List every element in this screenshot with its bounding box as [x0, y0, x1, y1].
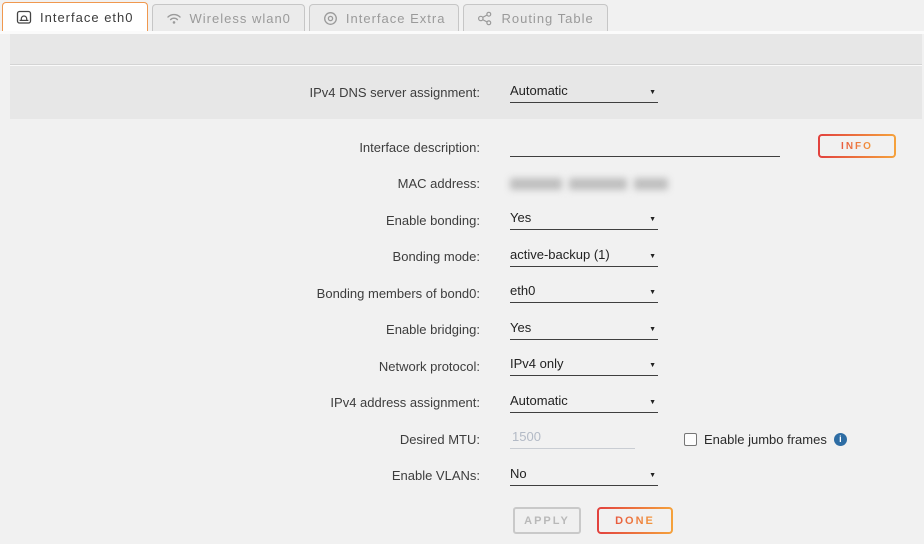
- enable-vlans-label: Enable VLANs:: [0, 468, 480, 483]
- settings-panel: IPv4 DNS server assignment: Automatic ▼: [10, 34, 922, 119]
- tab-wireless-wlan0[interactable]: Wireless wlan0: [152, 4, 305, 31]
- tab-label: Wireless wlan0: [190, 11, 291, 26]
- chevron-down-icon: ▼: [649, 288, 658, 298]
- interface-description-label: Interface description:: [0, 140, 480, 155]
- bonding-members-row: Bonding members of bond0: eth0 ▼: [0, 275, 924, 312]
- dns-assignment-row: IPv4 DNS server assignment: Automatic ▼: [10, 66, 922, 119]
- chevron-down-icon: ▼: [649, 361, 658, 371]
- done-button[interactable]: DONE: [597, 507, 673, 534]
- select-value: No: [510, 466, 527, 481]
- tab-label: Routing Table: [501, 11, 593, 26]
- ipv4-assignment-row: IPv4 address assignment: Automatic ▼: [0, 385, 924, 422]
- interface-description-input[interactable]: [510, 137, 780, 157]
- enable-bonding-row: Enable bonding: Yes ▼: [0, 202, 924, 239]
- wifi-icon: [166, 11, 182, 25]
- tab-routing-table[interactable]: Routing Table: [463, 4, 607, 31]
- tab-interface-eth0[interactable]: Interface eth0: [2, 2, 148, 31]
- jumbo-frames-label: Enable jumbo frames: [704, 432, 827, 447]
- enable-bridging-select[interactable]: Yes ▼: [510, 320, 658, 340]
- select-value: active-backup (1): [510, 247, 610, 262]
- desired-mtu-row: Desired MTU: Enable jumbo frames i: [0, 421, 924, 458]
- desired-mtu-label: Desired MTU:: [0, 432, 480, 447]
- dns-assignment-select[interactable]: Automatic ▼: [510, 83, 658, 103]
- select-value: Automatic: [510, 393, 568, 408]
- action-buttons: APPLY DONE: [0, 507, 924, 534]
- info-button-label: INFO: [841, 141, 873, 152]
- bonding-mode-select[interactable]: active-backup (1) ▼: [510, 247, 658, 267]
- select-value: IPv4 only: [510, 356, 563, 371]
- chevron-down-icon: ▼: [649, 471, 658, 481]
- interface-description-row: Interface description: INFO: [0, 129, 924, 166]
- select-value: Automatic: [510, 83, 568, 98]
- tab-label: Interface eth0: [40, 10, 134, 25]
- tab-bar: Interface eth0 Wireless wlan0 Interface …: [0, 0, 924, 31]
- jumbo-frames-checkbox[interactable]: [684, 433, 697, 446]
- panel-spacer: [10, 34, 922, 64]
- enable-vlans-row: Enable VLANs: No ▼: [0, 458, 924, 495]
- desired-mtu-input: [510, 429, 635, 449]
- info-circle-icon[interactable]: i: [834, 433, 847, 446]
- bonding-members-label: Bonding members of bond0:: [0, 286, 480, 301]
- chevron-down-icon: ▼: [649, 252, 658, 262]
- network-protocol-label: Network protocol:: [0, 359, 480, 374]
- enable-bridging-row: Enable bridging: Yes ▼: [0, 312, 924, 349]
- done-button-label: DONE: [615, 515, 655, 527]
- bonding-mode-label: Bonding mode:: [0, 249, 480, 264]
- mac-address-value-redacted: [510, 178, 668, 190]
- target-icon: [323, 11, 338, 26]
- tab-interface-extra[interactable]: Interface Extra: [309, 4, 460, 31]
- enable-vlans-select[interactable]: No ▼: [510, 466, 658, 486]
- apply-button[interactable]: APPLY: [513, 507, 581, 534]
- select-value: eth0: [510, 283, 535, 298]
- dns-assignment-label: IPv4 DNS server assignment:: [10, 85, 480, 100]
- chevron-down-icon: ▼: [649, 325, 658, 335]
- mac-address-label: MAC address:: [0, 176, 480, 191]
- enable-bridging-label: Enable bridging:: [0, 322, 480, 337]
- share-nodes-icon: [477, 11, 493, 26]
- enable-bonding-select[interactable]: Yes ▼: [510, 210, 658, 230]
- interface-form: Interface description: INFO MAC address:…: [0, 129, 924, 494]
- info-button[interactable]: INFO: [818, 134, 896, 158]
- mac-address-row: MAC address:: [0, 166, 924, 203]
- select-value: Yes: [510, 320, 531, 335]
- chevron-down-icon: ▼: [649, 215, 658, 225]
- jumbo-frames-group: Enable jumbo frames i: [684, 432, 847, 447]
- network-protocol-select[interactable]: IPv4 only ▼: [510, 356, 658, 376]
- interface-icon: [16, 10, 32, 25]
- bonding-mode-row: Bonding mode: active-backup (1) ▼: [0, 239, 924, 276]
- select-value: Yes: [510, 210, 531, 225]
- chevron-down-icon: ▼: [649, 88, 658, 98]
- network-protocol-row: Network protocol: IPv4 only ▼: [0, 348, 924, 385]
- ipv4-assignment-select[interactable]: Automatic ▼: [510, 393, 658, 413]
- tab-label: Interface Extra: [346, 11, 446, 26]
- ipv4-assignment-label: IPv4 address assignment:: [0, 395, 480, 410]
- bonding-members-select[interactable]: eth0 ▼: [510, 283, 658, 303]
- chevron-down-icon: ▼: [649, 398, 658, 408]
- enable-bonding-label: Enable bonding:: [0, 213, 480, 228]
